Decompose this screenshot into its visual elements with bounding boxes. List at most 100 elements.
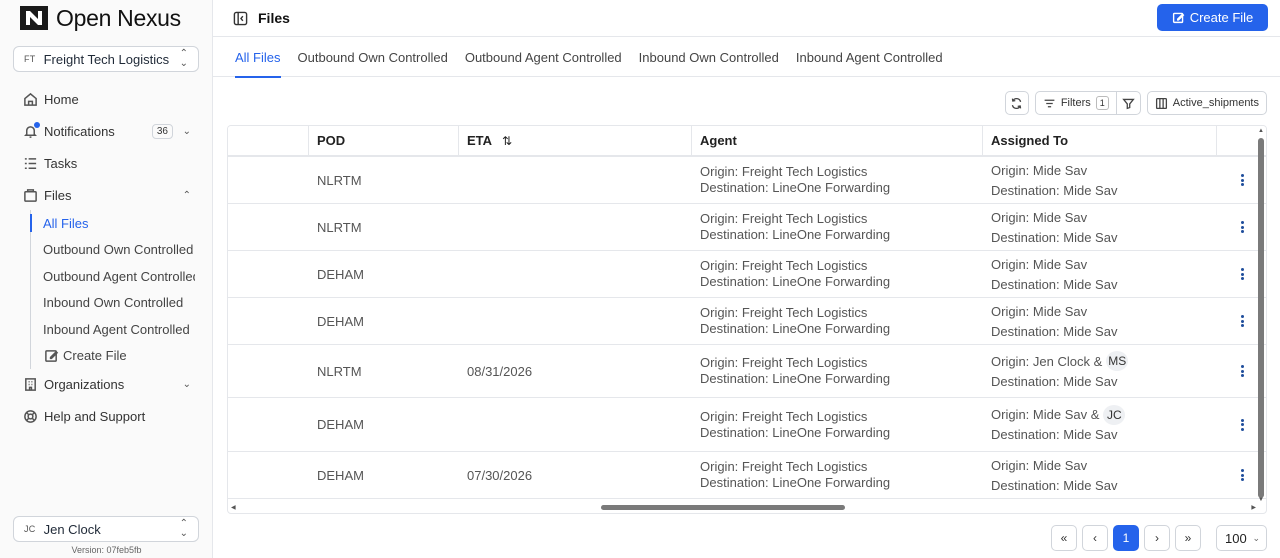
sidebar-collapse-icon[interactable]	[233, 11, 248, 26]
scroll-left-arrow-icon[interactable]: ◀	[231, 504, 236, 511]
sidebar-item-tasks[interactable]: Tasks	[0, 150, 213, 176]
agent-destination: Destination: LineOne Forwarding	[700, 371, 891, 386]
cell-pod: DEHAM	[309, 452, 459, 498]
sidebar-item-home[interactable]: Home	[0, 86, 213, 112]
notification-dot	[34, 122, 40, 128]
double-chevron-left-icon: «	[1060, 531, 1068, 545]
assigned-origin: Origin: Mide Sav	[991, 457, 1088, 473]
brand-logo[interactable]: Open Nexus	[19, 4, 181, 32]
chevron-up-down-icon: ⌃ ⌄	[179, 48, 188, 69]
chevron-up-down-icon: ⌃ ⌄	[179, 518, 188, 539]
sort-arrows-icon[interactable]: ⇅	[502, 134, 512, 148]
cell-select	[228, 157, 309, 203]
user-switcher[interactable]: JC Jen Clock ⌃ ⌄	[13, 516, 199, 542]
column-header-assigned-to[interactable]: Assigned To	[983, 126, 1217, 155]
org-initials: FT	[24, 54, 36, 64]
table-row[interactable]: NLRTM Origin: Freight Tech Logistics Desti…	[228, 204, 1266, 251]
avatar[interactable]: MS	[1106, 351, 1129, 371]
assigned-origin-line: Origin: Mide Sav	[991, 301, 1217, 321]
pagination: « ‹ 1 › » 100 ⌄	[1051, 525, 1267, 551]
sidebar-item-help[interactable]: Help and Support	[0, 403, 213, 429]
refresh-button[interactable]	[1004, 91, 1029, 115]
sidebar-item-organizations[interactable]: Organizations ⌄	[0, 371, 213, 397]
more-vertical-icon[interactable]	[1236, 267, 1250, 281]
table-body: NLRTM Origin: Freight Tech Logistics Desti…	[228, 157, 1266, 499]
filters-button[interactable]: Filters 1	[1034, 91, 1117, 115]
column-header-eta[interactable]: ETA ⇅	[459, 126, 692, 155]
pod-value: NLRTM	[317, 219, 362, 235]
column-header-agent[interactable]: Agent	[692, 126, 983, 155]
more-vertical-icon[interactable]	[1236, 173, 1250, 187]
column-header-select	[228, 126, 309, 155]
scroll-up-arrow-icon[interactable]: ▲	[1258, 128, 1264, 134]
vertical-scroll-thumb[interactable]	[1258, 138, 1264, 498]
pod-value: DEHAM	[317, 313, 364, 329]
more-vertical-icon[interactable]	[1236, 418, 1250, 432]
cell-eta	[459, 251, 692, 297]
agent-origin: Origin: Freight Tech Logistics	[700, 305, 868, 320]
column-header-pod[interactable]: POD	[309, 126, 459, 155]
subnav-item-inbound-agent[interactable]: Inbound Agent Controlled	[43, 316, 195, 343]
sidebar-item-label: Help and Support	[44, 408, 146, 424]
chevron-up-icon[interactable]: ⌃	[183, 190, 191, 201]
more-vertical-icon[interactable]	[1236, 364, 1250, 378]
table-row[interactable]: DEHAM Origin: Freight Tech Logistics Desti…	[228, 251, 1266, 298]
subnav-item-all-files[interactable]: All Files	[43, 210, 195, 237]
sidebar-item-label: Organizations	[44, 376, 125, 392]
first-page-button[interactable]: «	[1051, 525, 1077, 551]
agent-origin: Origin: Freight Tech Logistics	[700, 355, 868, 370]
table-toolbar: Filters 1 Active_shipments	[1004, 91, 1267, 115]
page-size-select[interactable]: 100 ⌄	[1216, 525, 1267, 551]
app-version: Version: 07feb5fb	[71, 545, 142, 555]
scroll-right-arrow-icon[interactable]: ▶	[1251, 504, 1256, 511]
vertical-scrollbar[interactable]: ▲ ▼	[1256, 126, 1266, 513]
building-icon	[22, 376, 38, 392]
last-page-button[interactable]: »	[1175, 525, 1201, 551]
tab-all-files[interactable]: All Files	[235, 38, 281, 78]
subnav-item-outbound-agent[interactable]: Outbound Agent Controlled	[43, 263, 195, 290]
cell-select	[228, 452, 309, 498]
table-row[interactable]: DEHAM 07/30/2026 Origin: Freight Tech Logi…	[228, 452, 1266, 499]
more-vertical-icon[interactable]	[1236, 468, 1250, 482]
cell-agent: Origin: Freight Tech Logistics Destinatio…	[692, 398, 983, 451]
horizontal-scroll-thumb[interactable]	[601, 505, 845, 510]
create-file-label: Create File	[1189, 10, 1254, 25]
table-row[interactable]: DEHAM Origin: Freight Tech Logistics Desti…	[228, 298, 1266, 345]
chevron-down-icon[interactable]: ⌄	[183, 126, 191, 137]
table-row[interactable]: NLRTM 08/31/2026 Origin: Freight Tech Logi…	[228, 345, 1266, 398]
cell-pod: NLRTM	[309, 157, 459, 203]
avatar[interactable]: JC	[1103, 404, 1126, 425]
cell-select	[228, 251, 309, 297]
assigned-origin: Origin: Mide Sav &	[991, 407, 1100, 422]
cell-eta: 08/31/2026	[459, 345, 692, 397]
tab-outbound-agent[interactable]: Outbound Agent Controlled	[465, 38, 622, 77]
current-page-button[interactable]: 1	[1113, 525, 1139, 551]
tab-outbound-own[interactable]: Outbound Own Controlled	[298, 38, 448, 77]
more-vertical-icon[interactable]	[1236, 220, 1250, 234]
organization-switcher[interactable]: FT Freight Tech Logistics ⌃ ⌄	[13, 46, 199, 72]
previous-page-button[interactable]: ‹	[1082, 525, 1108, 551]
sidebar-item-notifications[interactable]: Notifications 36 ⌄	[0, 118, 213, 144]
sidebar-item-label: Tasks	[44, 155, 78, 171]
table-row[interactable]: DEHAM Origin: Freight Tech Logistics Desti…	[228, 398, 1266, 452]
chevron-down-icon[interactable]: ⌄	[183, 379, 191, 390]
next-page-button[interactable]: ›	[1144, 525, 1170, 551]
cell-assigned-to: Origin: Mide Sav Destination: Mide Sav	[983, 298, 1217, 344]
subnav-item-inbound-own[interactable]: Inbound Own Controlled	[43, 290, 195, 317]
sidebar-item-label: Files	[44, 187, 72, 203]
more-vertical-icon[interactable]	[1236, 314, 1250, 328]
cell-assigned-to: Origin: Mide Sav & JC Destination: Mide Sa…	[983, 398, 1217, 451]
page-title: Files	[258, 10, 290, 26]
create-file-button[interactable]: Create File	[1157, 4, 1268, 31]
assigned-origin-line: Origin: Mide Sav	[991, 455, 1217, 475]
pod-value: DEHAM	[317, 266, 364, 282]
tab-inbound-own[interactable]: Inbound Own Controlled	[639, 38, 779, 77]
sidebar-item-files[interactable]: Files ⌃	[0, 182, 213, 208]
clear-filter-button[interactable]	[1116, 91, 1141, 115]
horizontal-scrollbar[interactable]: ◀ ▶	[228, 503, 1266, 513]
subnav-item-create-file[interactable]: Create File	[43, 343, 195, 370]
table-row[interactable]: NLRTM Origin: Freight Tech Logistics Desti…	[228, 157, 1266, 204]
tab-inbound-agent[interactable]: Inbound Agent Controlled	[796, 38, 943, 77]
subnav-item-outbound-own[interactable]: Outbound Own Controlled	[43, 237, 195, 264]
column-view-button[interactable]: Active_shipments	[1146, 91, 1267, 115]
